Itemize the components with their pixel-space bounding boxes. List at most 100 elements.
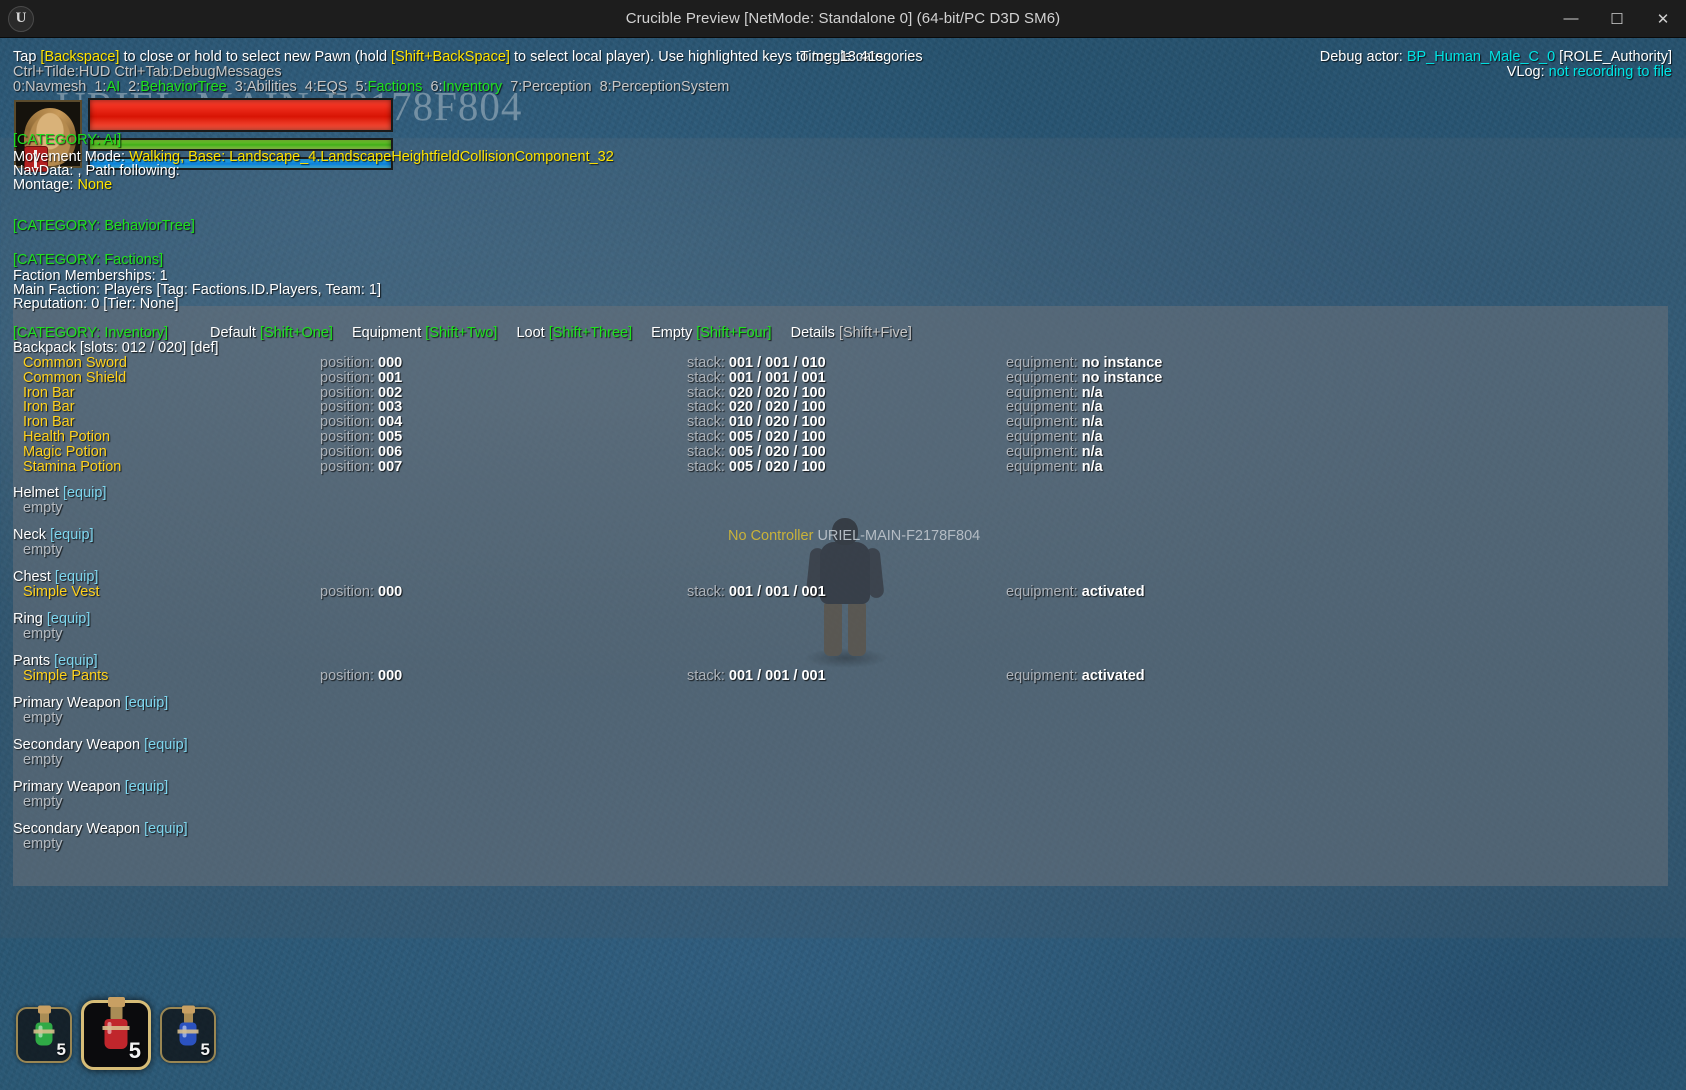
item-stack: stack: 005 / 020 / 100 [687,444,826,460]
item-position-value: 006 [378,443,403,460]
inventory-item-row[interactable]: Common Shield position: 001 stack: 001 / 0… [13,370,1668,386]
item-position-label: position: [320,458,379,475]
inventory-item-row[interactable]: Common Sword position: 000 stack: 001 / 00… [13,356,1668,371]
equipment-slot-row[interactable]: Simple Vest position: 000 stack: 001 / 001… [13,585,1668,600]
inventory-item-row[interactable]: Health Potion position: 005 stack: 005 / 0… [13,428,1668,445]
equip-action-link[interactable]: [equip] [59,485,107,501]
equipment-slot-row[interactable]: empty [13,753,1668,768]
inventory-tab-empty[interactable]: Empty [Shift+Four] [651,325,771,341]
equipment-slot-header[interactable]: Secondary Weapon [equip] [13,822,188,837]
item-equipment-label: equipment: [1006,668,1082,685]
category-toggle-eqs[interactable]: 4:EQS [305,79,348,95]
equipment-slot-empty: empty [23,626,63,643]
item-equipment-value: no instance [1081,355,1163,371]
category-toggle-inventory[interactable]: 6:Inventory [430,79,502,95]
inventory-item-name: Iron Bar [23,399,75,416]
item-equipment-value: n/a [1081,399,1103,416]
inventory-item-row[interactable]: Iron Bar position: 002 stack: 020 / 020 / … [13,385,1668,401]
category-toggle-ai[interactable]: 1:AI [94,79,120,95]
equip-action-link[interactable]: [equip] [51,569,99,585]
item-position-label: position: [320,668,379,685]
equipment-slot-header[interactable]: Primary Weapon [equip] [13,780,168,795]
equipment-slot-header[interactable]: Chest [equip] [13,570,98,585]
category-toggle-navmesh[interactable]: 0:Navmesh [13,79,86,95]
equipment-slot-row[interactable]: empty [13,543,1668,558]
equipment-slot-name: Pants [13,653,51,670]
equip-action-link[interactable]: [equip] [121,695,169,711]
equipment-slot-row[interactable]: empty [13,501,1668,516]
inventory-tab-label: Empty [651,325,697,341]
equipment-slot-header[interactable]: Secondary Weapon [equip] [13,738,188,753]
inventory-tab-loot[interactable]: Loot [Shift+Three] [516,325,632,341]
inventory-item-name: Iron Bar [23,414,75,431]
category-toggle-behaviortree[interactable]: 2:BehaviorTree [128,79,227,95]
equipment-slot-header[interactable]: Pants [equip] [13,654,98,669]
hotbar-slot-health-potion[interactable]: 5 [81,996,151,1070]
category-name: AI [106,79,121,95]
equipment-slot-row[interactable]: empty [13,711,1668,726]
inventory-tab-default[interactable]: Default [Shift+One] [210,325,333,341]
item-position: position: 003 [320,400,402,415]
equipment-slot-row[interactable]: empty [13,795,1668,810]
equipment-slot-row[interactable]: empty [13,627,1668,642]
game-viewport[interactable]: URIEL-MAIN-F2178F804 No Controller URIEL… [0,38,1686,1090]
equip-action-link[interactable]: [equip] [43,611,91,627]
category-key: 5: [355,79,368,95]
inventory-tab-details[interactable]: Details [Shift+Five] [791,325,912,341]
equipped-item-name: Simple Pants [23,668,109,685]
item-position-label: position: [320,355,379,371]
inventory-tab-equipment[interactable]: Equipment [Shift+Two] [352,325,498,341]
item-equipment-label: equipment: [1006,428,1082,445]
item-stack: stack: 001 / 001 / 001 [687,370,826,386]
hotbar-slot-stamina-potion[interactable]: 5 [16,1005,72,1063]
category-toggle-factions[interactable]: 5:Factions [356,79,423,95]
item-stack-value: 001 / 001 / 001 [728,668,826,685]
item-stack-value: 005 / 020 / 100 [728,458,826,475]
inventory-item-row[interactable]: Iron Bar position: 004 stack: 010 / 020 / … [13,415,1668,430]
item-equipment-label: equipment: [1006,399,1082,416]
equipment-slot-header[interactable]: Ring [equip] [13,612,90,627]
ai-montage: Montage: None [13,178,112,193]
category-toggle-abilities[interactable]: 3:Abilities [235,79,297,95]
magic-potion-icon [177,1005,199,1046]
inventory-item-row[interactable]: Iron Bar position: 003 stack: 020 / 020 / … [13,400,1668,415]
minimize-button[interactable]: — [1548,0,1594,38]
item-stack: stack: 001 / 001 / 001 [687,585,826,600]
equipment-slot-row[interactable]: Simple Pants position: 000 stack: 001 / 00… [13,669,1668,684]
equipment-slot-name: Helmet [13,485,59,502]
equipment-slot-header[interactable]: Neck [equip] [13,528,94,543]
equip-action-link[interactable]: [equip] [140,821,188,837]
equipment-slot-empty: empty [23,752,63,769]
item-position-label: position: [320,399,379,416]
vlog-value: not recording to file [1548,64,1672,80]
hotbar-slot-magic-potion[interactable]: 5 [160,1005,216,1063]
category-key: 0: [13,79,26,95]
equip-action-link[interactable]: [equip] [121,779,169,795]
maximize-button[interactable]: ☐ [1594,0,1640,38]
category-toggle-perception[interactable]: 7:Perception [510,79,591,95]
item-stack-value: 020 / 020 / 100 [728,399,826,416]
close-button[interactable]: ✕ [1640,0,1686,38]
hotbar-item-count: 5 [56,1040,66,1059]
equipment-slot-empty: empty [23,794,63,811]
equipment-slot-header[interactable]: Primary Weapon [equip] [13,696,168,711]
equip-action-link[interactable]: [equip] [46,527,94,543]
item-stack-value: 010 / 020 / 100 [728,414,826,431]
category-toggle-perceptionsystem[interactable]: 8:PerceptionSystem [600,79,730,95]
item-position: position: 005 [320,429,402,445]
item-position-label: position: [320,584,379,601]
window-title: Crucible Preview [NetMode: Standalone 0]… [625,10,1061,27]
equipment-slot-header[interactable]: Helmet [equip] [13,486,107,501]
equip-action-link[interactable]: [equip] [140,737,188,753]
item-equipment-value: activated [1081,584,1145,601]
potion-body [177,1022,199,1046]
item-equipment: equipment: n/a [1006,385,1103,401]
item-equipment: equipment: n/a [1006,400,1103,415]
equipment-slot-name: Primary Weapon [13,695,121,712]
equipment-slot-row[interactable]: empty [13,837,1668,852]
category-key: 2: [128,79,141,95]
inventory-item-row[interactable]: Stamina Potion position: 007 stack: 005 / … [13,458,1668,475]
item-position-label: position: [320,443,379,460]
inventory-item-row[interactable]: Magic Potion position: 006 stack: 005 / 02… [13,443,1668,460]
equip-action-link[interactable]: [equip] [50,653,98,669]
